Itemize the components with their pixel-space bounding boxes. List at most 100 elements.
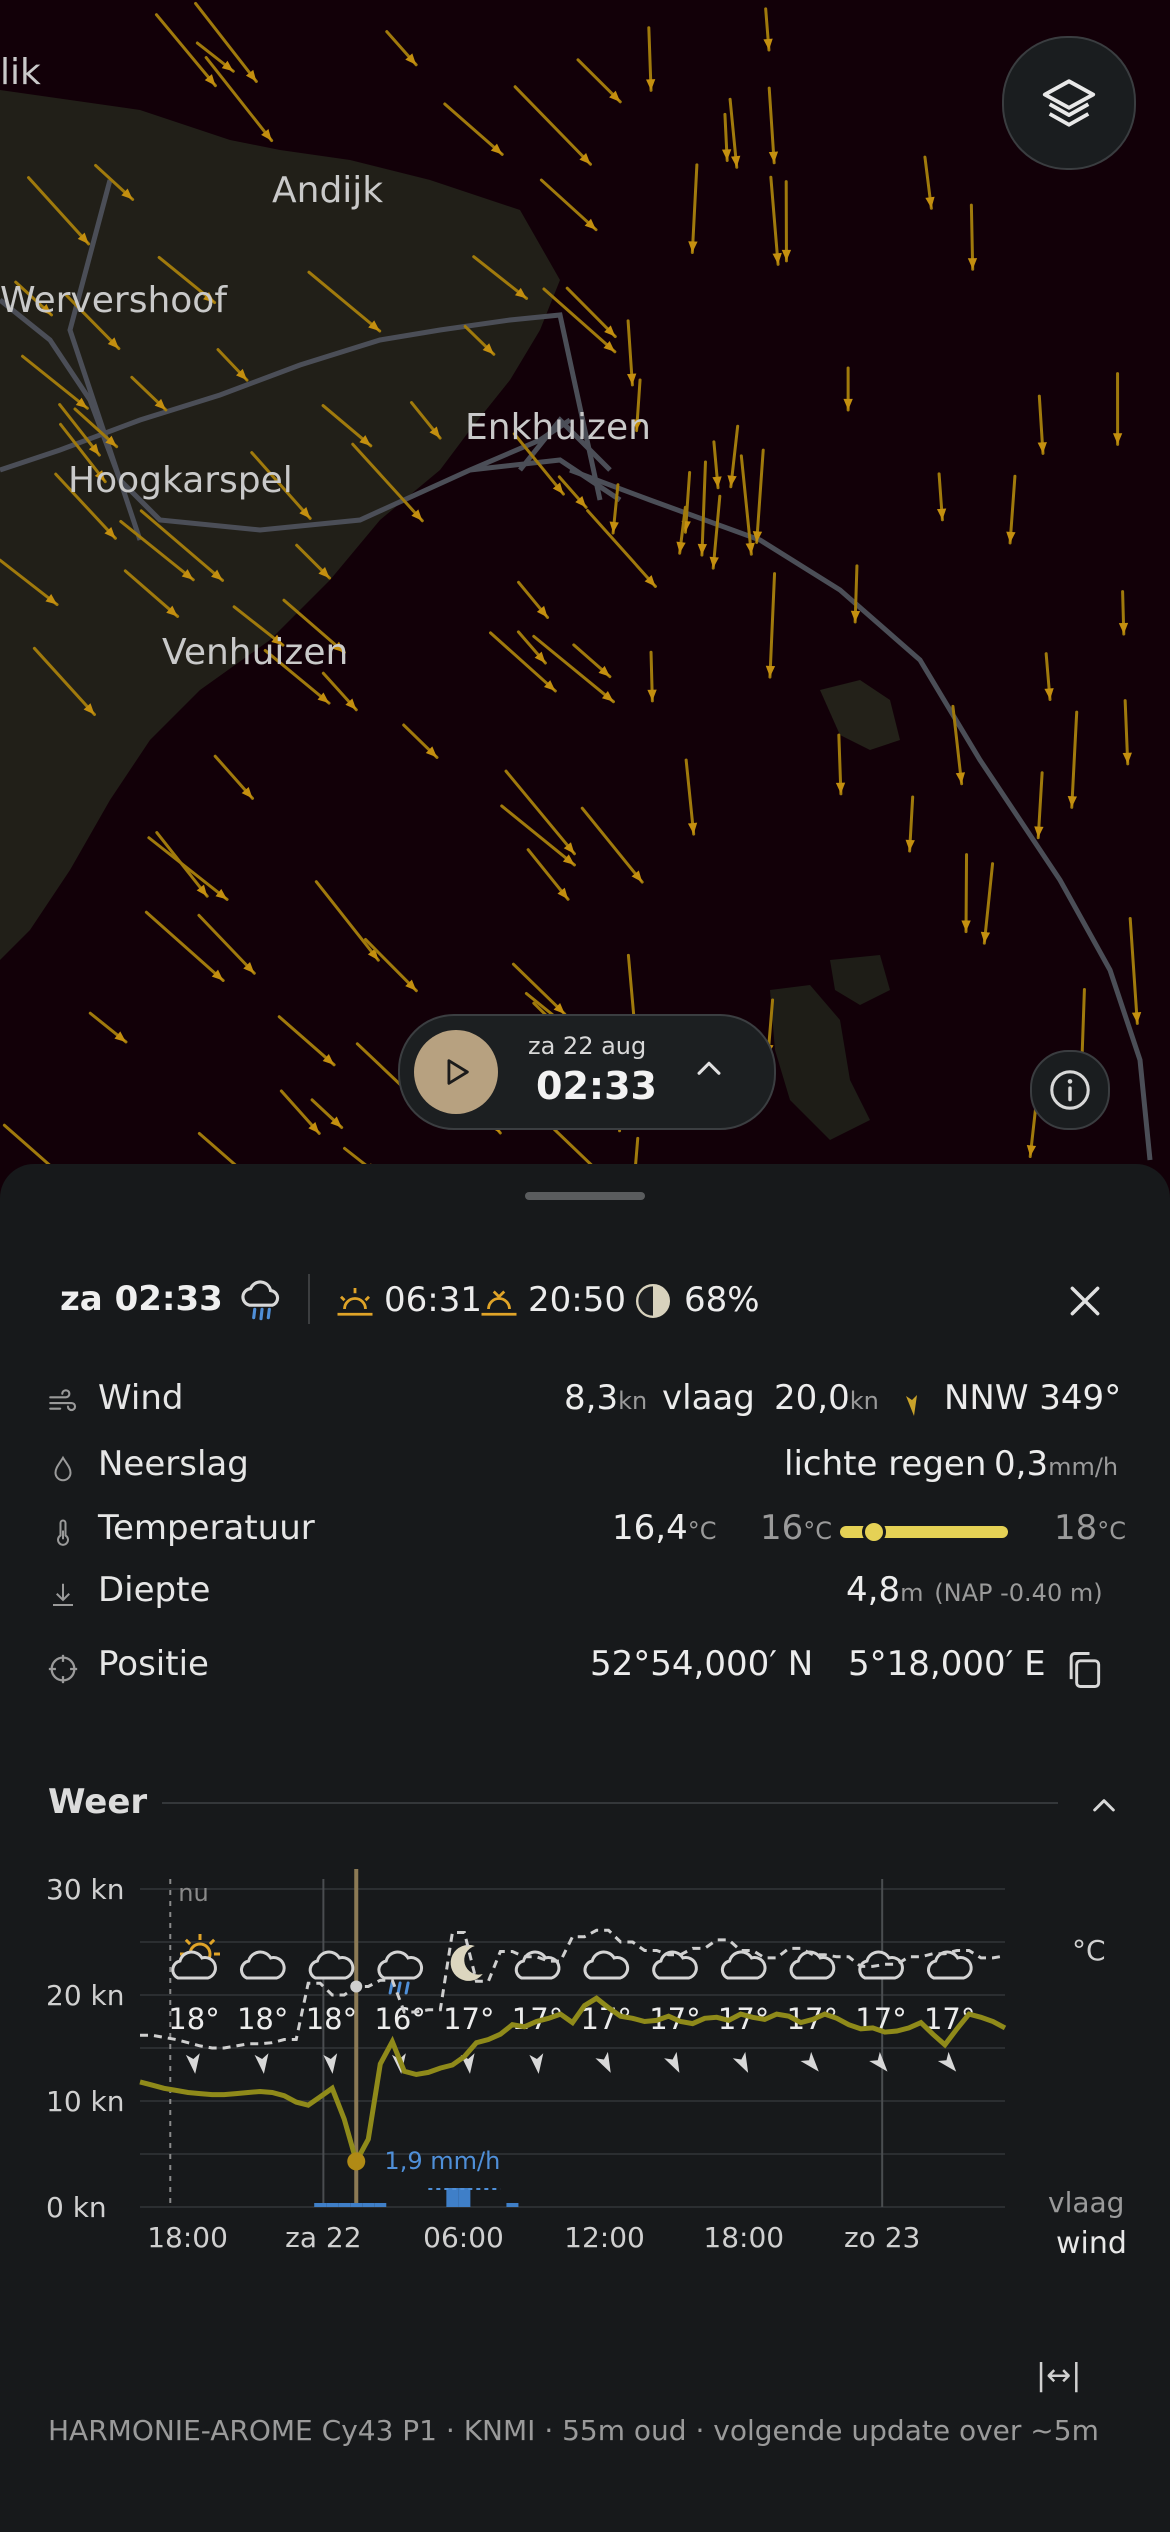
copy-icon[interactable] xyxy=(1062,1648,1106,1692)
cloud-icon xyxy=(858,1950,904,1980)
wind-map[interactable]: lik Andijk Wervershoof Enkhuizen Hoogkar… xyxy=(0,0,1170,1225)
wind-arrow xyxy=(385,30,418,67)
y-tick-label: 10 kn xyxy=(46,2085,125,2118)
wind-arrow xyxy=(402,723,439,759)
x-tick-label: za 22 xyxy=(285,2221,361,2254)
summary-time: za 02:33 xyxy=(60,1279,223,1319)
moon-icon xyxy=(450,1944,483,1981)
position-label: Positie xyxy=(98,1644,209,1684)
rain-bar xyxy=(446,2188,459,2207)
play-button[interactable] xyxy=(414,1030,498,1114)
map-canvas[interactable] xyxy=(0,0,1170,1225)
rain-icon xyxy=(377,1950,424,1995)
temperature-value: 16,4°C xyxy=(612,1508,717,1548)
cloud-icon xyxy=(240,1950,286,1980)
moon-phase-icon xyxy=(635,1283,671,1319)
rain-bar xyxy=(506,2203,519,2207)
time-player[interactable]: za 22 aug 02:33 xyxy=(398,1014,776,1130)
wind-arrow xyxy=(443,102,504,156)
depth-arrow-icon xyxy=(53,1583,73,1606)
wind-arrow xyxy=(586,509,657,588)
wind-direction-arrow xyxy=(800,2051,819,2072)
depth-value: 4,8m (NAP -0.40 m) xyxy=(846,1570,1103,1610)
wind-arrow xyxy=(517,580,550,619)
legend-wind: wind xyxy=(1056,2226,1127,2261)
wind-arrow xyxy=(1044,652,1054,701)
detail-sheet: za 02:33 06:31 20:50 68% Wind 8,3kn vlaa… xyxy=(0,1164,1170,2532)
wind-direction-icon xyxy=(906,1395,917,1416)
sheet-drag-handle[interactable] xyxy=(525,1192,645,1200)
sunset-icon xyxy=(481,1290,517,1316)
wind-arrow xyxy=(88,1011,128,1044)
hour-temperature: 17° xyxy=(443,2002,494,2036)
player-time: 02:33 xyxy=(536,1064,657,1108)
wind-arrow xyxy=(697,460,708,557)
wind-arrow xyxy=(961,853,971,934)
wind-arrow xyxy=(1118,590,1129,636)
place-label: Wervershoof xyxy=(0,280,227,321)
rain-bar xyxy=(350,2203,363,2207)
hourly-wind-arrows xyxy=(185,2051,957,2074)
wind-arrow xyxy=(727,424,740,489)
rain-bar xyxy=(326,2203,339,2207)
x-tick-label: zo 23 xyxy=(844,2221,920,2254)
wind-direction-arrow xyxy=(323,2053,338,2074)
wind-direction-arrow xyxy=(595,2051,611,2073)
rain-value: 0,3mm/h xyxy=(994,1444,1119,1484)
x-tick-label: 18:00 xyxy=(703,2221,784,2254)
wind-arrow xyxy=(688,163,699,254)
wind-arrow xyxy=(279,1089,321,1135)
cloud-icon xyxy=(927,1950,973,1980)
rain-bar xyxy=(338,2203,351,2207)
y-tick-label: 30 kn xyxy=(46,1873,125,1906)
wind-arrow xyxy=(504,769,576,856)
wind-arrow xyxy=(155,831,209,898)
wind-direction-arrow xyxy=(937,2051,957,2072)
wind-arrow xyxy=(364,937,418,993)
section-divider xyxy=(162,1802,1058,1804)
thermometer-icon xyxy=(57,1519,69,1546)
gust-marker xyxy=(350,1980,363,1993)
chevron-up-icon[interactable] xyxy=(692,1052,726,1086)
moon-percentage: 68% xyxy=(684,1280,760,1320)
wind-arrow xyxy=(763,7,773,52)
wind-arrow xyxy=(513,85,592,166)
player-date: za 22 aug xyxy=(528,1032,647,1060)
sunrise-icon xyxy=(337,1288,373,1316)
wind-direction-arrow xyxy=(869,2051,888,2072)
wind-direction-arrow xyxy=(254,2053,269,2074)
wind-arrow xyxy=(835,733,846,796)
wind-arrow xyxy=(781,180,792,263)
wind-arrow xyxy=(905,795,915,853)
close-icon[interactable] xyxy=(1066,1282,1104,1320)
wind-arrow xyxy=(526,848,570,901)
layers-button[interactable] xyxy=(1002,36,1136,170)
wind-arrow xyxy=(576,58,622,104)
hour-temperature: 18° xyxy=(168,2002,219,2036)
temperature-knob xyxy=(861,1520,886,1544)
info-button[interactable] xyxy=(1030,1050,1110,1130)
temperature-range-bar xyxy=(840,1520,1008,1544)
wind-arrow xyxy=(647,650,657,703)
wind-arrow xyxy=(712,440,722,490)
wind-arrow xyxy=(721,112,732,162)
legend-gust: vlaag xyxy=(1048,2186,1125,2219)
depth-label: Diepte xyxy=(98,1570,211,1610)
y-tick-label: 0 kn xyxy=(46,2191,107,2224)
weather-section-title: Weer xyxy=(48,1782,148,1822)
wind-arrow xyxy=(967,203,978,271)
temperature-min: 16°C xyxy=(760,1508,833,1548)
y-axis-ticks: 0 kn 10 kn 20 kn 30 kn xyxy=(46,1873,125,2224)
land-islet xyxy=(830,955,890,1005)
weather-chart[interactable]: nu 1,9 mm/h 18° 18° 18° 16° 17° 17° 17° 17° 17° 1… xyxy=(0,1864,1170,2384)
wind-arrow xyxy=(310,1098,344,1130)
wind-direction: NNW 349° xyxy=(944,1378,1122,1418)
wind-arrow xyxy=(1037,394,1047,455)
wind-arrow xyxy=(752,448,765,544)
wind-arrow xyxy=(936,472,947,522)
rain-bar xyxy=(314,2203,327,2207)
wind-arrow xyxy=(850,564,861,624)
wind-arrow xyxy=(580,806,644,884)
resize-icon[interactable]: |↔| xyxy=(1036,2358,1081,2393)
chevron-up-icon[interactable] xyxy=(1088,1790,1120,1822)
